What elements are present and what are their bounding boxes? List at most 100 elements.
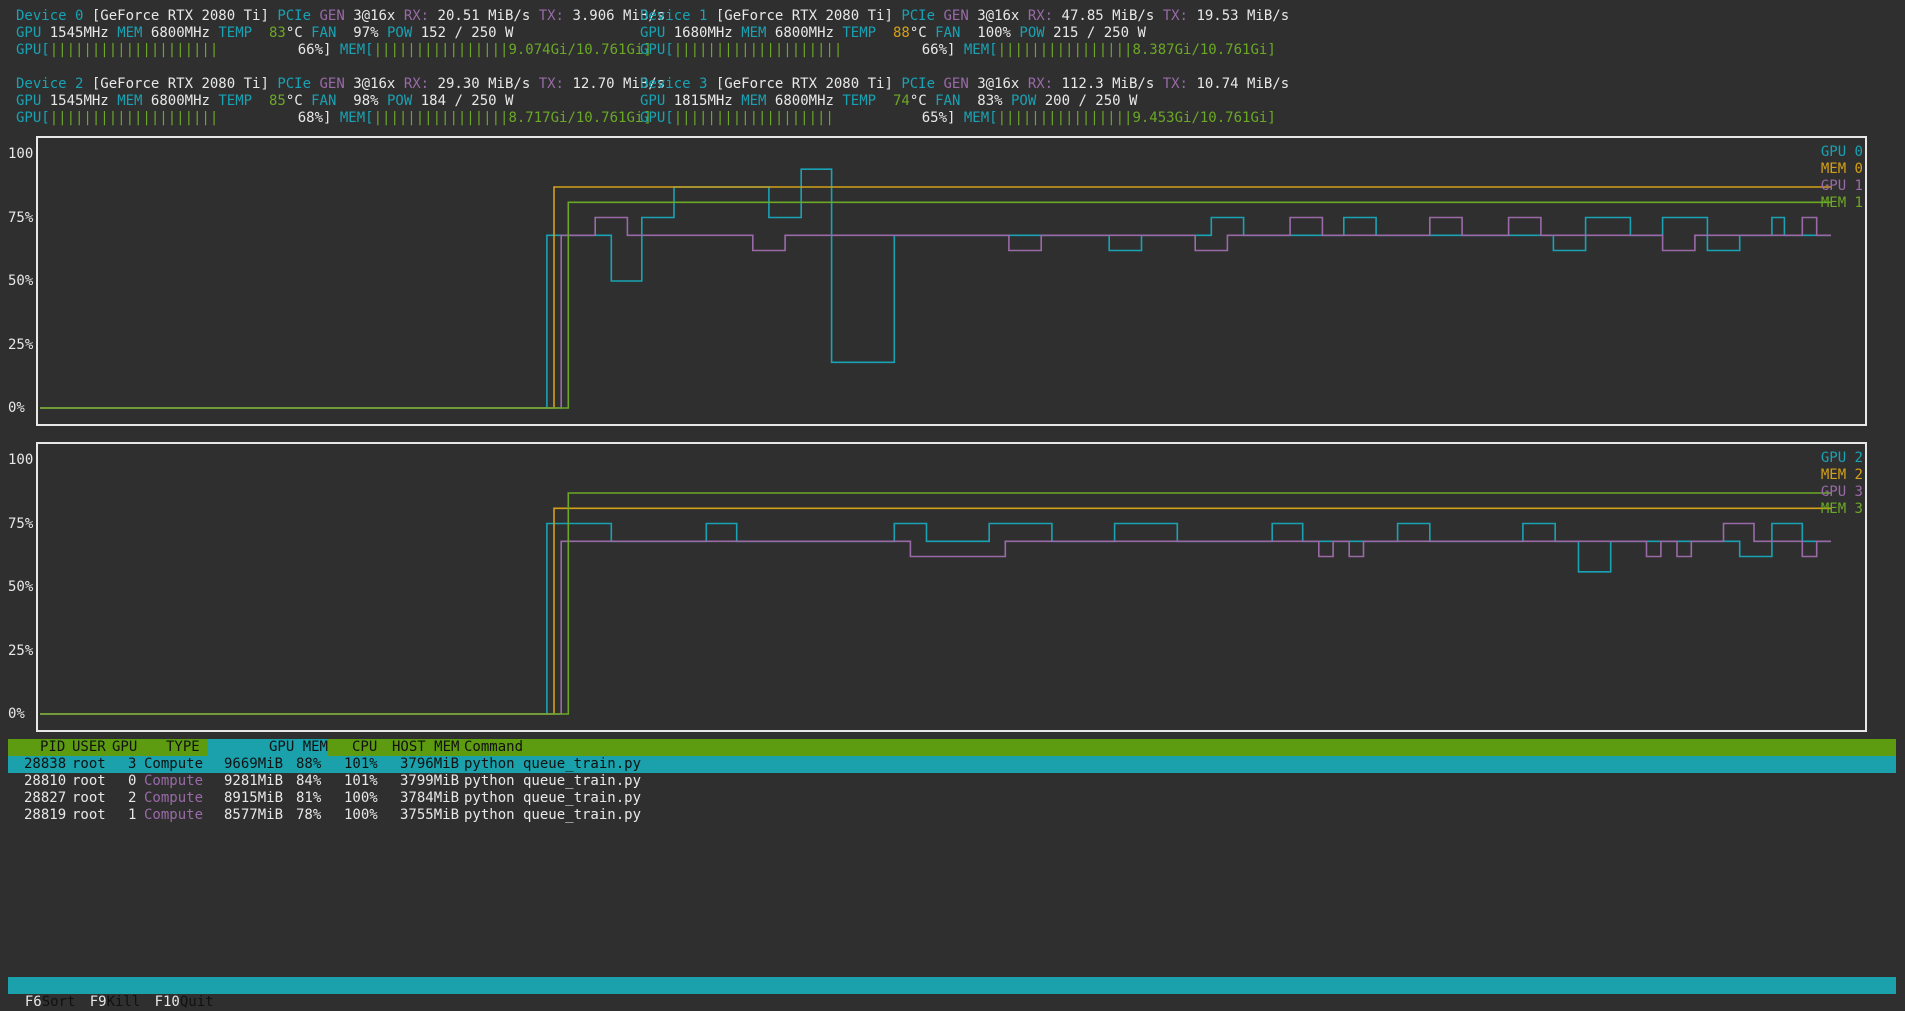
- gpu-clock-label: GPU: [640, 93, 666, 109]
- kill-action[interactable]: Kill: [107, 994, 155, 1011]
- device-1-line-1: Device 1 [GeForce RTX 2080 Ti] PCIe GEN …: [640, 8, 1289, 25]
- col-gpu-mem[interactable]: GPU MEM: [208, 739, 328, 756]
- gpu-clock: 1680MHz: [673, 25, 733, 41]
- degc-unit: °C: [909, 93, 927, 109]
- gpu-util-bar: ||||||||||||||||||||: [49, 42, 219, 58]
- mem-clock-label: MEM: [741, 25, 767, 41]
- user: root: [72, 790, 106, 806]
- command: python queue_train.py: [464, 773, 642, 789]
- col-command[interactable]: Command: [464, 739, 523, 756]
- mem-clock: 6800MHz: [150, 93, 210, 109]
- device-2-line-3: GPU[|||||||||||||||||||| 68%] MEM[|||||||…: [16, 110, 652, 127]
- user: root: [72, 773, 106, 789]
- gpu-mem-percent: 88%: [296, 756, 322, 772]
- device-1-line-2: GPU 1680MHz MEM 6800MHz TEMP 88°C FAN 10…: [640, 25, 1146, 42]
- mem-usage-bar: ||||||||||||||||: [373, 110, 509, 126]
- degc-unit: °C: [285, 25, 303, 41]
- tx-label: TX:: [538, 8, 564, 24]
- degc-unit: °C: [285, 93, 303, 109]
- gpu-util-percent: 68%]: [297, 110, 332, 126]
- col-type[interactable]: TYPE: [166, 739, 200, 756]
- legend-entry: GPU 1: [1820, 178, 1863, 194]
- gpu-util-percent: 65%]: [921, 110, 956, 126]
- gpu-index: 1: [128, 807, 137, 823]
- gen-label: GEN: [319, 8, 345, 24]
- host-mem: 3796MiB: [400, 756, 460, 772]
- pcie-label: PCIe: [901, 8, 936, 24]
- pid: 28827: [24, 790, 67, 806]
- process-row[interactable]: 28838 root 3 Compute 9669MiB 88% 101% 3796MiB py…: [8, 756, 1896, 773]
- gpu-util-percent: 66%]: [921, 42, 956, 58]
- gpu-mem: 8577MiB: [224, 807, 284, 823]
- rx-rate: 29.30 MiB/s: [437, 76, 531, 92]
- col-cpu[interactable]: CPU: [352, 739, 377, 756]
- rx-label: RX:: [403, 8, 430, 24]
- gpu-index: 2: [128, 790, 137, 806]
- series-line-gpu-3: [40, 522, 1831, 715]
- power-draw: 152 / 250 W: [420, 25, 514, 41]
- mem-clock: 6800MHz: [774, 93, 834, 109]
- rx-label: RX:: [1027, 8, 1054, 24]
- tx-label: TX:: [1162, 8, 1188, 24]
- command: python queue_train.py: [464, 790, 642, 806]
- y-tick-label: 25%: [8, 642, 34, 659]
- legend-entry: MEM 0: [1820, 161, 1863, 177]
- fan-label: FAN: [935, 25, 961, 41]
- mem-usage-value: 8.387Gi/10.761Gi]: [1132, 42, 1276, 58]
- gpu-mem: 8915MiB: [224, 790, 284, 806]
- col-gpu[interactable]: GPU: [112, 739, 137, 756]
- host-mem: 3799MiB: [400, 773, 460, 789]
- chart-top: [40, 168, 1831, 409]
- legend-entry: MEM 3: [1820, 501, 1863, 517]
- y-tick-label: 50%: [8, 273, 34, 289]
- y-tick-label: 0%: [8, 706, 25, 722]
- tx-label: TX:: [538, 76, 564, 92]
- gpu-util-label: GPU[: [16, 110, 50, 126]
- gpu-util-bar: ||||||||||||||||||||: [49, 110, 219, 126]
- y-tick-label: 0%: [8, 400, 25, 416]
- device-3-line-2: GPU 1815MHz MEM 6800MHz TEMP 74°C FAN 83…: [640, 93, 1137, 110]
- command: python queue_train.py: [464, 807, 642, 823]
- fan-label: FAN: [311, 25, 337, 41]
- legend-entry: GPU 2: [1820, 450, 1863, 466]
- y-tick-label: 100: [8, 452, 34, 468]
- device-label: Device 0: [16, 8, 84, 24]
- col-host-mem[interactable]: HOST MEM: [392, 739, 459, 756]
- power-label: POW: [387, 25, 413, 41]
- host-mem: 3755MiB: [400, 807, 460, 823]
- mem-clock: 6800MHz: [150, 25, 210, 41]
- process-type: Compute: [144, 790, 204, 806]
- col-pid[interactable]: PID: [40, 739, 65, 756]
- process-table-header[interactable]: PID USER GPU TYPE GPU MEM CPU HOST MEM Command: [8, 739, 1896, 756]
- mem-usage-value: 9.453Gi/10.761Gi]: [1132, 110, 1276, 126]
- mem-usage-label: MEM[: [339, 42, 374, 58]
- rx-label: RX:: [1027, 76, 1054, 92]
- mem-usage-value: 8.717Gi/10.761Gi]: [508, 110, 652, 126]
- temp-label: TEMP: [218, 93, 253, 109]
- y-tick-label: 25%: [8, 336, 34, 353]
- series-line-gpu-1: [40, 216, 1831, 409]
- series-line-gpu-2: [40, 522, 1831, 715]
- rx-rate: 47.85 MiB/s: [1061, 8, 1155, 24]
- col-user[interactable]: USER: [72, 739, 106, 756]
- fan-speed: 83%: [977, 93, 1003, 109]
- power-draw: 200 / 250 W: [1044, 93, 1138, 109]
- gpu-mem-percent: 84%: [296, 773, 322, 789]
- power-label: POW: [1011, 93, 1037, 109]
- tx-rate: 19.53 MiB/s: [1196, 8, 1290, 24]
- mem-usage-label: MEM[: [963, 42, 998, 58]
- chart-bottom-legend: GPU 2 MEM 2 GPU 3 MEM 3: [1821, 450, 1863, 518]
- gpu-mem-percent: 78%: [296, 807, 322, 823]
- device-model: [GeForce RTX 2080 Ti]: [715, 76, 893, 92]
- pcie-gen: 3@16x: [977, 76, 1020, 92]
- temp-label: TEMP: [842, 93, 877, 109]
- fan-speed: 100%: [977, 25, 1011, 41]
- mem-usage-bar: ||||||||||||||||: [997, 110, 1133, 126]
- mem-clock-label: MEM: [117, 93, 143, 109]
- gpu-mem: 9669MiB: [224, 756, 284, 772]
- device-model: [GeForce RTX 2080 Ti]: [91, 76, 269, 92]
- function-key-bar: F6Sort F9Kill F10Quit: [8, 977, 1896, 1010]
- device-2-line-1: Device 2 [GeForce RTX 2080 Ti] PCIe GEN …: [16, 76, 665, 93]
- pid: 28838: [24, 756, 67, 772]
- sort-action[interactable]: Sort: [42, 994, 90, 1011]
